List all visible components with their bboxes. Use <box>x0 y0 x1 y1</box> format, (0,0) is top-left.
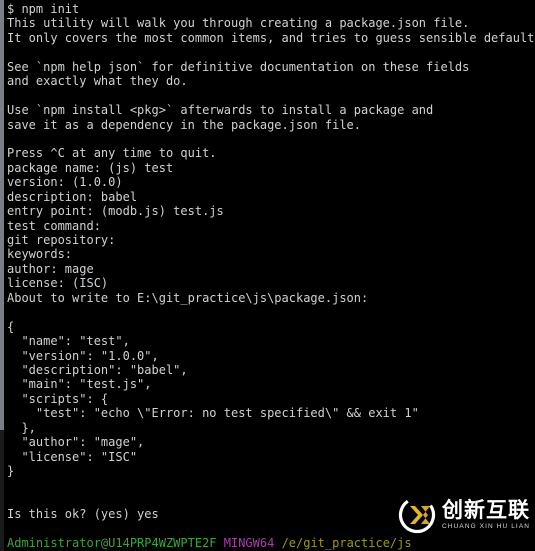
terminal-prompt-keywords: keywords: <box>7 247 73 262</box>
json-preview-line: "license": "ISC" <box>7 449 138 464</box>
json-preview-line: { <box>7 319 15 334</box>
terminal-prompt-license: license: (ISC) <box>7 276 109 291</box>
terminal-line: save it as a dependency in the package.j… <box>7 117 362 132</box>
json-preview-line: "scripts": { <box>7 391 109 406</box>
json-preview-line: "test": "echo \"Error: no test specified… <box>7 406 419 421</box>
json-preview-line: "name": "test", <box>7 334 130 349</box>
terminal-prompt-package-name: package name: (js) test <box>7 160 174 175</box>
json-preview-line: "author": "mage", <box>7 435 145 450</box>
terminal-line: See `npm help json` for definitive docum… <box>7 59 470 74</box>
terminal-prompt-test-command: test command: <box>7 218 101 233</box>
terminal-line: Use `npm install <pkg>` afterwards to in… <box>7 103 434 118</box>
terminal-line: and exactly what they do. <box>7 74 188 89</box>
terminal-confirm-question: Is this ok? (yes) yes <box>7 507 159 522</box>
terminal-line: This utility will walk you through creat… <box>7 16 470 31</box>
terminal-about-to-write: About to write to E:\git_practice\js\pac… <box>7 290 369 305</box>
terminal-prompt-author: author: mage <box>7 261 94 276</box>
json-preview-line: }, <box>7 420 36 435</box>
prompt-user-host: Administrator@U14PRP4WZWPTE2F <box>7 536 217 551</box>
terminal-prompt-entry-point: entry point: (modb.js) test.js <box>7 204 224 219</box>
terminal-line: Press ^C at any time to quit. <box>7 146 217 161</box>
terminal-prompt-version: version: (1.0.0) <box>7 175 123 190</box>
json-preview-line: "description": "babel", <box>7 362 188 377</box>
prompt-shell-name: MINGW64 <box>223 536 275 551</box>
terminal-prompt-git-repository: git repository: <box>7 233 116 247</box>
json-preview-line: "version": "1.0.0", <box>7 348 159 363</box>
json-preview-line: "main": "test.js", <box>7 377 152 392</box>
terminal-line: $ npm init <box>7 2 80 16</box>
terminal-line: It only covers the most common items, an… <box>7 30 535 45</box>
terminal-window: $ npm init This utility will walk you th… <box>0 0 535 551</box>
shell-prompt-line: Administrator@U14PRP4WZWPTE2F MINGW64 /e… <box>7 536 535 550</box>
terminal-prompt-description: description: babel <box>7 189 138 204</box>
terminal-output-area[interactable]: $ npm init This utility will walk you th… <box>4 0 535 551</box>
json-preview-line: } <box>7 464 15 478</box>
prompt-working-directory: /e/git_practice/js <box>281 536 412 551</box>
